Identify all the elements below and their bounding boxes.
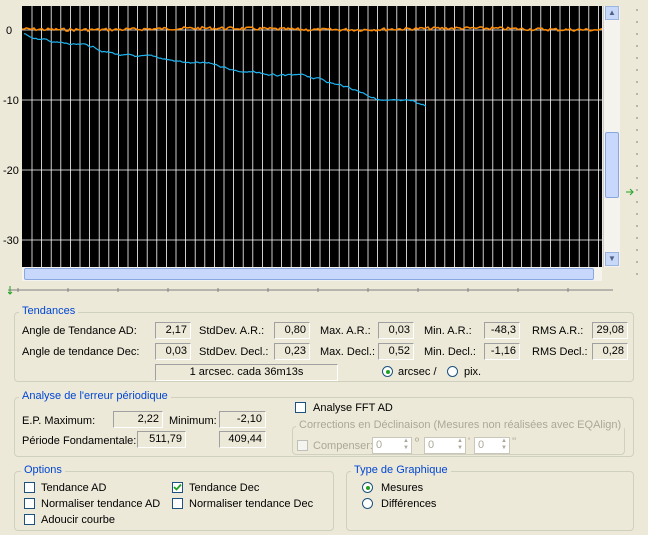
bottom-ruler [8, 286, 613, 295]
rms-ar-value: 29,08 [592, 322, 628, 339]
mesures-radio[interactable] [362, 482, 373, 493]
rms-decl-value: 0,28 [592, 343, 628, 360]
adoucir-label: Adoucir courbe [41, 514, 115, 526]
mesures-label: Mesures [381, 482, 424, 494]
differences-label: Différences [381, 498, 437, 510]
ep-max-value: 2,22 [113, 411, 163, 428]
scroll-down-icon[interactable]: ▼ [605, 252, 619, 266]
spin-minutes[interactable]: 0 ▲ ▼ [424, 437, 466, 454]
vertical-scrollbar[interactable]: ▲ ▼ [603, 6, 620, 267]
adoucir-checkbox[interactable] [24, 514, 35, 525]
spin-arrows-icon: ▲ ▼ [501, 438, 507, 451]
periode-label: Période Fondamentale: [22, 435, 137, 447]
spin-arrows-icon: ▲ ▼ [457, 438, 463, 451]
periode-value-2: 409,44 [219, 431, 266, 448]
ep-max-label: E.P. Maximum: [22, 415, 96, 427]
tendance-ad-checkbox[interactable] [24, 482, 35, 493]
tendance-ad-label: Tendance AD [41, 482, 107, 494]
angle-dec-value: 0,03 [155, 343, 191, 360]
periode-value: 511,79 [137, 431, 186, 448]
norm-ad-label: Normaliser tendance AD [41, 498, 161, 510]
arcsec-radio[interactable] [382, 366, 393, 377]
pix-label: pix. [464, 366, 482, 378]
unit-minutes: ' [468, 436, 471, 448]
angle-dec-label: Angle de tendance Dec: [22, 346, 140, 358]
fft-label: Analyse FFT AD [313, 402, 393, 414]
rms-decl-label: RMS Decl.: [532, 346, 588, 358]
stddev-ar-label: StdDev. A.R.: [199, 325, 265, 337]
scale-text: 1 arcsec. cada 36m13s [155, 364, 338, 381]
min-ar-label: Min. A.R.: [424, 325, 472, 337]
spin-arrows-icon: ▲ ▼ [403, 438, 409, 451]
stddev-decl-value: 0,23 [274, 343, 310, 360]
y-tick-10: -10 [3, 95, 19, 107]
pix-radio[interactable] [447, 366, 458, 377]
horizontal-scrollbar[interactable] [22, 267, 602, 281]
y-tick-30: -30 [3, 235, 19, 247]
rms-ar-label: RMS A.R.: [532, 325, 584, 337]
stddev-ar-value: 0,80 [274, 322, 310, 339]
max-ar-label: Max. A.R.: [320, 325, 371, 337]
max-decl-value: 0,52 [378, 343, 414, 360]
compenser-label: Compenser: [313, 440, 373, 452]
y-tick-20: -20 [3, 165, 19, 177]
arcsec-label: arcsec / [398, 366, 437, 378]
check-icon [173, 483, 182, 491]
scroll-up-icon[interactable]: ▲ [605, 6, 619, 20]
tendance-dec-checkbox[interactable] [172, 482, 183, 493]
angle-ad-value: 2,17 [155, 322, 191, 339]
unit-seconds: '' [512, 436, 517, 448]
tendance-dec-label: Tendance Dec [189, 482, 260, 494]
norm-ad-checkbox[interactable] [24, 498, 35, 509]
minimum-value: -2,10 [219, 411, 266, 428]
norm-dec-label: Normaliser tendance Dec [189, 498, 314, 510]
vertical-scroll-thumb[interactable] [605, 132, 619, 198]
graph-type-title: Type de Graphique [351, 464, 451, 476]
spin-seconds[interactable]: 0 ▲ ▼ [474, 437, 510, 454]
max-decl-label: Max. Decl.: [320, 346, 376, 358]
min-ar-value: -48,3 [484, 322, 520, 339]
spin-degrees[interactable]: 0 ▲ ▼ [372, 437, 412, 454]
fft-checkbox[interactable] [295, 402, 306, 413]
minimum-label: Minimum: [169, 415, 217, 427]
corrections-title: Corrections en Déclinaison (Mesures non … [296, 419, 625, 431]
norm-dec-checkbox[interactable] [172, 498, 183, 509]
periodic-error-title: Analyse de l'erreur périodique [19, 390, 171, 402]
tendances-title: Tendances [19, 305, 79, 317]
differences-radio[interactable] [362, 498, 373, 509]
unit-degrees: º [415, 436, 420, 448]
max-ar-value: 0,03 [378, 322, 414, 339]
min-decl-label: Min. Decl.: [424, 346, 476, 358]
options-title: Options [21, 464, 65, 476]
angle-ad-label: Angle de Tendance AD: [22, 325, 137, 337]
compenser-checkbox[interactable] [297, 440, 308, 451]
min-decl-value: -1,16 [484, 343, 520, 360]
stddev-decl-label: StdDev. Decl.: [199, 346, 269, 358]
right-ruler [626, 9, 638, 275]
chart-area: 0 -10 -20 -30 ▲ ▼ [0, 0, 648, 298]
guiding-plot[interactable] [22, 6, 602, 267]
horizontal-scroll-thumb[interactable] [24, 268, 594, 280]
